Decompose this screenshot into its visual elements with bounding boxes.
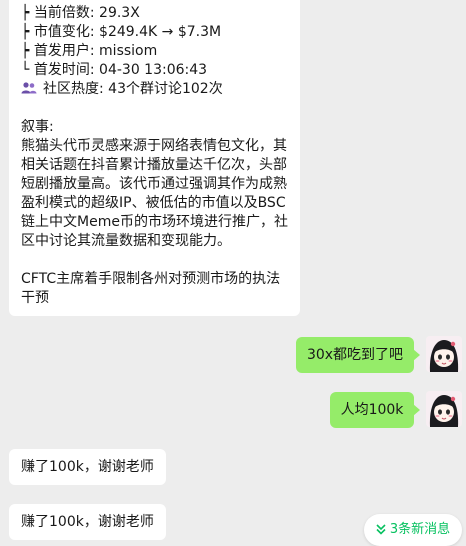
narrative-title: 叙事:: [21, 119, 54, 135]
news-headline: CFTC主席着手限制各州对预测市场的执法干预: [21, 271, 281, 306]
outgoing-message-2[interactable]: 人均100k: [330, 392, 420, 428]
double-chevron-down-icon: [376, 524, 386, 535]
narrative-body: 熊猫头代币灵感来源于网络表情包文化，其相关话题在抖音累计播放量达千亿次，头部短剧…: [21, 138, 288, 249]
message-text: 赚了100k，谢谢老师: [21, 459, 154, 475]
community-label: 社区热度: 43个群讨论102次: [43, 81, 223, 97]
market-cap-change-line: ┝ 市值变化: $249.4K → $7.3M: [21, 24, 222, 40]
multiplier-line: ┝ 当前倍数: 29.3X: [21, 5, 140, 21]
token-info-message[interactable]: ▮ ▬ ▬ ┝ 当前倍数: 29.3X ┝ 市值变化: $249.4K → $7…: [9, 0, 300, 316]
new-messages-button[interactable]: 3条新消息: [364, 514, 462, 546]
new-messages-label: 3条新消息: [389, 522, 451, 537]
community-line: 社区热度: 43个群讨论102次: [21, 80, 223, 99]
message-text: 30x都吃到了吧: [306, 347, 404, 363]
self-avatar[interactable]: [426, 391, 462, 427]
anime-girl-avatar-icon: [426, 391, 462, 427]
self-avatar[interactable]: [426, 336, 462, 372]
people-icon: [21, 82, 37, 94]
message-text: 赚了100k，谢谢老师: [21, 514, 154, 530]
anime-girl-avatar-icon: [426, 336, 462, 372]
incoming-message-1[interactable]: 赚了100k，谢谢老师: [9, 449, 166, 485]
message-text: 人均100k: [340, 402, 404, 418]
first-user-line: ┝ 首发用户: missiom: [21, 43, 158, 59]
outgoing-message-1[interactable]: 30x都吃到了吧: [296, 337, 420, 373]
first-time-line: └ 首发时间: 04-30 13:06:43: [21, 62, 208, 78]
incoming-message-2[interactable]: 赚了100k，谢谢老师: [9, 504, 166, 540]
